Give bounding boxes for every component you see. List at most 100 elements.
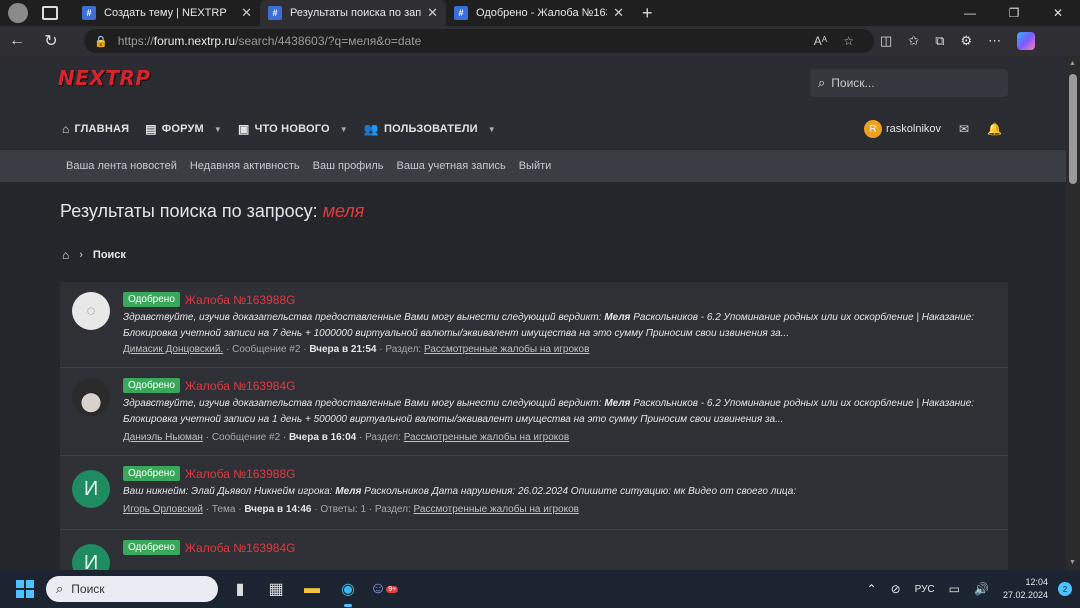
mail-icon[interactable]: ✉ bbox=[959, 122, 969, 136]
tab-create-topic[interactable]: # Создать тему | NEXTRP ✕ bbox=[74, 0, 260, 26]
copilot-icon[interactable] bbox=[1017, 32, 1036, 50]
site-logo[interactable]: NEXTRP bbox=[58, 66, 151, 90]
close-icon[interactable]: ✕ bbox=[241, 5, 252, 21]
subnav-profile[interactable]: Ваш профиль bbox=[313, 160, 384, 172]
status-badge: Одобрено bbox=[123, 540, 180, 555]
system-tray: ⌃ ⊘ РУС ▭ 🔊 12:04 27.02.2024 2 bbox=[867, 570, 1080, 608]
volume-icon[interactable]: 🔊 bbox=[974, 582, 989, 596]
taskbar-search[interactable]: ⌕ Поиск bbox=[46, 576, 218, 602]
tab-title: Результаты поиска по запросу bbox=[290, 7, 422, 19]
nav-users[interactable]: 👥 ПОЛЬЗОВАТЕЛИ ▼ bbox=[364, 122, 496, 136]
scrollbar[interactable]: ▲ ▼ bbox=[1066, 56, 1080, 570]
discord-badge: 9+ bbox=[386, 585, 399, 593]
whats-new-icon: ▣ bbox=[238, 122, 250, 136]
site-search-input[interactable]: ⌕ Поиск... bbox=[810, 69, 1008, 97]
clock-date: 27.02.2024 bbox=[1002, 590, 1048, 600]
notification-badge[interactable]: 2 bbox=[1058, 582, 1072, 596]
new-tab-button[interactable]: + bbox=[642, 3, 653, 24]
restore-icon[interactable]: ❐ bbox=[992, 6, 1036, 20]
tab-search-results[interactable]: # Результаты поиска по запросу ✕ bbox=[260, 0, 446, 26]
language-indicator[interactable]: РУС bbox=[915, 584, 935, 595]
section-link[interactable]: Рассмотренные жалобы на игроков bbox=[404, 432, 569, 443]
status-badge: Одобрено bbox=[123, 292, 180, 307]
scroll-down-icon[interactable]: ▼ bbox=[1069, 559, 1076, 566]
chevron-down-icon[interactable]: ▼ bbox=[340, 125, 348, 134]
read-aloud-icon[interactable]: Aᴬ bbox=[814, 34, 827, 48]
search-results: ◯ Одобрено Жалоба №163988G Здравствуйте,… bbox=[60, 282, 1008, 570]
avatar[interactable]: И bbox=[72, 470, 110, 508]
url-text: https://forum.nextrp.ru/search/4438603/?… bbox=[117, 34, 422, 48]
reload-icon[interactable]: ↻ bbox=[34, 31, 68, 51]
taskbar: ⌕ Поиск ▮ ▦ ▬ ◉ ☺ 9+ ⌃ ⊘ РУС ▭ 🔊 12:04 27… bbox=[0, 570, 1080, 608]
home-icon[interactable]: ⌂ bbox=[62, 248, 69, 262]
author-link[interactable]: Даниэль Ньюман bbox=[123, 432, 203, 443]
forum-page: NEXTRP ⌕ Поиск... ⌂ ГЛАВНАЯ ▤ ФОРУМ ▼ ▣ … bbox=[0, 56, 1066, 570]
search-icon: ⌕ bbox=[818, 75, 826, 90]
network-icon[interactable]: ⊘ bbox=[891, 582, 901, 596]
extensions-icon[interactable]: ⚙ bbox=[961, 33, 973, 49]
main-nav: ⌂ ГЛАВНАЯ ▤ ФОРУМ ▼ ▣ ЧТО НОВОГО ▼ 👥 ПОЛ… bbox=[62, 116, 512, 142]
profile-avatar[interactable] bbox=[8, 3, 28, 23]
task-view-icon[interactable]: ▮ bbox=[226, 575, 254, 603]
display-icon[interactable]: ▭ bbox=[949, 582, 960, 596]
author-link[interactable]: Игорь Орловский bbox=[123, 504, 203, 515]
nav-forum[interactable]: ▤ ФОРУМ ▼ bbox=[145, 122, 222, 136]
windows-start-icon[interactable] bbox=[16, 580, 34, 598]
list-item: И Одобрено Жалоба №163984G bbox=[60, 530, 1008, 570]
subnav-news-feed[interactable]: Ваша лента новостей bbox=[66, 160, 177, 172]
clock[interactable]: 12:04 27.02.2024 bbox=[1003, 576, 1048, 602]
result-link[interactable]: Жалоба №163984G bbox=[185, 541, 296, 555]
user-menu[interactable]: R raskolnikov ✉ 🔔 bbox=[864, 120, 1002, 138]
discord-icon[interactable]: ☺ 9+ bbox=[370, 575, 399, 603]
scroll-thumb[interactable] bbox=[1069, 74, 1077, 184]
avatar[interactable]: ◯ bbox=[72, 292, 110, 330]
edge-icon[interactable]: ◉ bbox=[334, 575, 362, 607]
result-link[interactable]: Жалоба №163988G bbox=[185, 293, 296, 307]
result-link[interactable]: Жалоба №163984G bbox=[185, 379, 296, 393]
nav-whats-new-label: ЧТО НОВОГО bbox=[254, 123, 330, 135]
bell-icon[interactable]: 🔔 bbox=[987, 122, 1002, 136]
subnav-logout[interactable]: Выйти bbox=[519, 160, 552, 172]
close-icon[interactable]: ✕ bbox=[427, 5, 438, 21]
chevron-down-icon[interactable]: ▼ bbox=[488, 125, 496, 134]
scroll-up-icon[interactable]: ▲ bbox=[1069, 60, 1076, 67]
section-link[interactable]: Рассмотренные жалобы на игроков bbox=[414, 504, 579, 515]
result-title: Одобрено Жалоба №163988G bbox=[123, 466, 295, 481]
subnav-account[interactable]: Ваша учетная запись bbox=[397, 160, 506, 172]
collections-icon[interactable]: ⧉ bbox=[935, 33, 944, 49]
sub-nav: Ваша лента новостей Недавняя активность … bbox=[0, 150, 1066, 182]
nav-whats-new[interactable]: ▣ ЧТО НОВОГО ▼ bbox=[238, 122, 348, 136]
chevron-up-icon[interactable]: ⌃ bbox=[867, 582, 877, 596]
avatar[interactable]: И bbox=[72, 544, 110, 570]
avatar[interactable] bbox=[72, 378, 110, 416]
result-link[interactable]: Жалоба №163988G bbox=[185, 467, 296, 481]
close-icon[interactable]: ✕ bbox=[613, 5, 624, 21]
tab-actions-icon[interactable] bbox=[42, 6, 58, 20]
address-row: ← ↻ 🔒 https://forum.nextrp.ru/search/443… bbox=[0, 26, 1080, 56]
browser-window: # Создать тему | NEXTRP ✕ # Результаты п… bbox=[0, 0, 1080, 570]
file-explorer-icon[interactable]: ▬ bbox=[298, 575, 326, 603]
section-link[interactable]: Рассмотренные жалобы на игроков bbox=[424, 344, 589, 355]
subnav-recent-activity[interactable]: Недавняя активность bbox=[190, 160, 300, 172]
status-badge: Одобрено bbox=[123, 378, 180, 393]
address-bar[interactable]: 🔒 https://forum.nextrp.ru/search/4438603… bbox=[84, 29, 874, 53]
tab-approved[interactable]: # Одобрено - Жалоба №163984G ✕ bbox=[446, 0, 632, 26]
favorite-star-icon[interactable]: ☆ bbox=[843, 34, 854, 48]
minimize-icon[interactable]: — bbox=[948, 6, 992, 20]
more-menu-icon[interactable]: ⋯ bbox=[988, 33, 1001, 49]
address-icons: Aᴬ ☆ bbox=[814, 29, 854, 53]
author-link[interactable]: Димасик Донцовский. bbox=[123, 344, 223, 355]
result-meta: Игорь Орловский · Тема · Вчера в 14:46 ·… bbox=[123, 504, 579, 515]
back-icon[interactable]: ← bbox=[0, 32, 34, 50]
result-title: Одобрено Жалоба №163984G bbox=[123, 540, 295, 555]
widgets-icon[interactable]: ▦ bbox=[262, 575, 290, 603]
split-screen-icon[interactable]: ◫ bbox=[880, 33, 892, 49]
nav-home[interactable]: ⌂ ГЛАВНАЯ bbox=[62, 122, 129, 136]
status-badge: Одобрено bbox=[123, 466, 180, 481]
close-window-icon[interactable]: ✕ bbox=[1036, 6, 1080, 20]
breadcrumb-search[interactable]: Поиск bbox=[93, 249, 126, 261]
chevron-down-icon[interactable]: ▼ bbox=[214, 125, 222, 134]
search-query: меля bbox=[322, 201, 365, 221]
lock-icon[interactable]: 🔒 bbox=[94, 35, 108, 48]
favorites-icon[interactable]: ✩ bbox=[908, 33, 919, 49]
